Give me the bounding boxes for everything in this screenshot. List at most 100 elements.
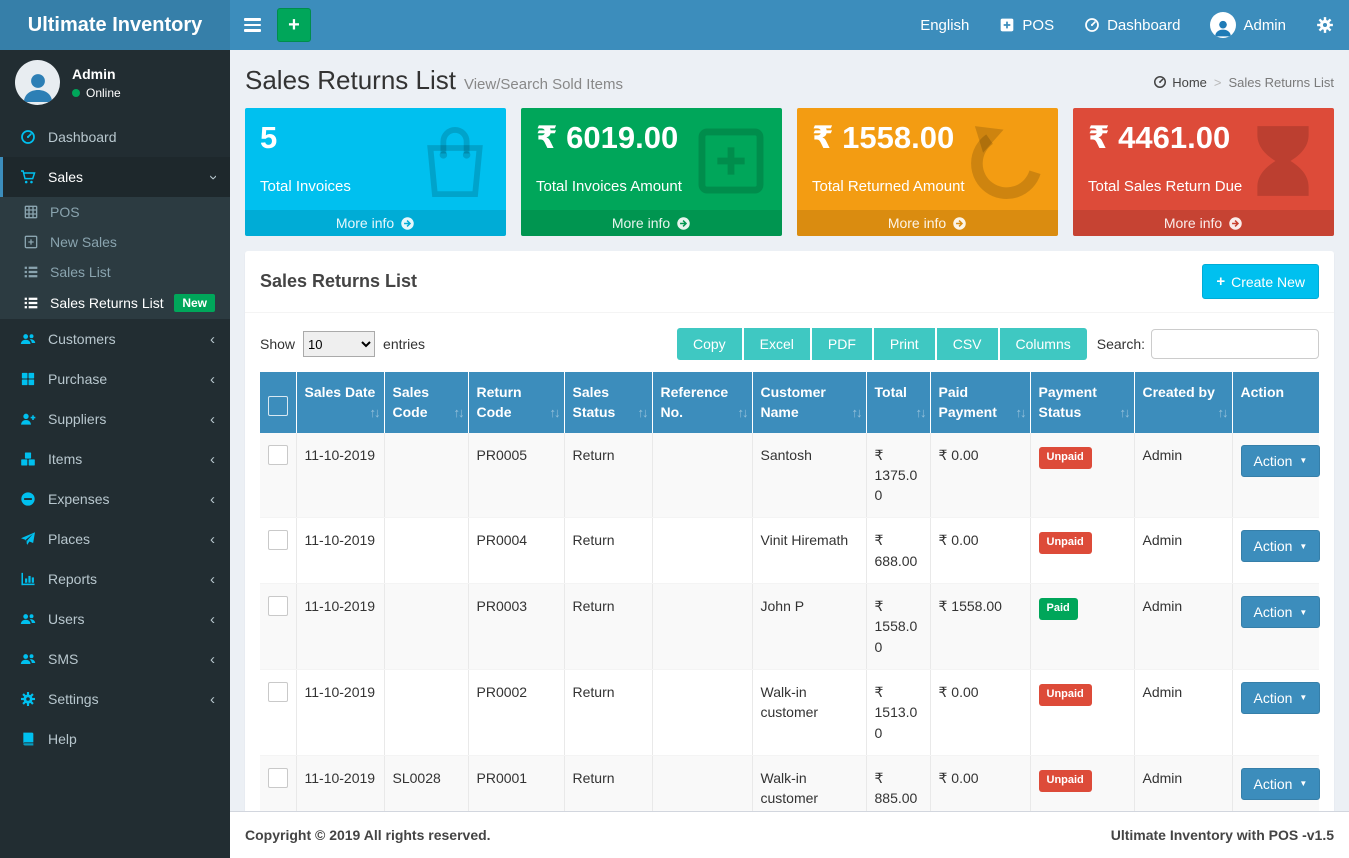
sidebar-item-users[interactable]: Users‹ [0, 599, 230, 639]
action-dropdown-button[interactable]: Action▼ [1241, 596, 1321, 628]
cell-total: ₹ 1513.00 [866, 669, 930, 755]
cubes-icon [20, 451, 36, 467]
excel-button[interactable]: Excel [744, 328, 810, 360]
sidebar-item-settings[interactable]: Settings‹ [0, 679, 230, 719]
sidebar-item-pos[interactable]: POS [0, 197, 230, 227]
sidebar-item-sms[interactable]: SMS‹ [0, 639, 230, 679]
select-all-header[interactable] [260, 372, 296, 433]
payment-status-badge: Unpaid [1039, 447, 1092, 469]
content-area: Sales Returns List View/Search Sold Item… [230, 50, 1349, 858]
col-action: Action [1232, 372, 1319, 433]
select-all-checkbox[interactable] [268, 396, 288, 416]
sidebar-item-sales-returns-list[interactable]: Sales Returns List New [0, 287, 230, 319]
cell-reference-no [652, 518, 752, 584]
action-dropdown-button[interactable]: Action▼ [1241, 445, 1321, 477]
table-row: 11-10-2019 PR0005 Return Santosh ₹ 1375.… [260, 433, 1319, 518]
cell-sales-date: 11-10-2019 [296, 584, 384, 670]
print-button[interactable]: Print [874, 328, 935, 360]
chevron-left-icon: ‹ [210, 412, 215, 427]
pdf-button[interactable]: PDF [812, 328, 872, 360]
more-info-link[interactable]: More info [245, 210, 506, 236]
col-payment-status[interactable]: Payment Status↑↓ [1030, 372, 1134, 433]
col-sales-status[interactable]: Sales Status↑↓ [564, 372, 652, 433]
sidebar-item-places[interactable]: Places‹ [0, 519, 230, 559]
stat-value: 5 [260, 120, 491, 156]
breadcrumb: Home > Sales Returns List [1153, 75, 1334, 90]
breadcrumb-separator: > [1214, 75, 1222, 90]
more-info-link[interactable]: More info [521, 210, 782, 236]
action-dropdown-button[interactable]: Action▼ [1241, 530, 1321, 562]
payment-status-badge: Unpaid [1039, 684, 1092, 706]
cell-reference-no [652, 584, 752, 670]
cell-paid-payment: ₹ 0.00 [930, 518, 1030, 584]
payment-status-badge: Unpaid [1039, 770, 1092, 792]
copy-button[interactable]: Copy [677, 328, 742, 360]
sidebar-item-help[interactable]: Help [0, 719, 230, 759]
settings-menu[interactable] [1301, 0, 1349, 50]
row-checkbox[interactable] [268, 445, 288, 465]
sidebar-item-suppliers[interactable]: Suppliers‹ [0, 399, 230, 439]
col-reference-no[interactable]: Reference No.↑↓ [652, 372, 752, 433]
chevron-left-icon: ‹ [210, 332, 215, 347]
th-large-icon [20, 371, 36, 387]
page-length-select[interactable]: 10 [303, 331, 375, 357]
columns-button[interactable]: Columns [1000, 328, 1087, 360]
col-customer-name[interactable]: Customer Name↑↓ [752, 372, 866, 433]
sort-icon: ↑↓ [1016, 404, 1025, 423]
stat-value: ₹ 4461.00 [1088, 120, 1319, 156]
top-navbar: Ultimate Inventory + English POS Dashboa… [0, 0, 1349, 50]
col-total[interactable]: Total↑↓ [866, 372, 930, 433]
search-input[interactable] [1151, 329, 1319, 359]
sidebar-item-sales[interactable]: Sales ‹ [0, 157, 230, 197]
cell-return-code: PR0004 [468, 518, 564, 584]
stat-label: Total Sales Return Due [1088, 178, 1319, 195]
row-checkbox[interactable] [268, 768, 288, 788]
more-info-link[interactable]: More info [797, 210, 1058, 236]
sidebar-item-dashboard[interactable]: Dashboard [0, 117, 230, 157]
arrow-circle-right-icon [400, 216, 415, 231]
breadcrumb-home-link[interactable]: Home [1153, 75, 1207, 90]
csv-button[interactable]: CSV [937, 328, 998, 360]
person-icon [20, 69, 56, 105]
cell-return-code: PR0003 [468, 584, 564, 670]
sidebar-user-status: Online [72, 86, 121, 100]
stat-value: ₹ 6019.00 [536, 120, 767, 156]
col-sales-date[interactable]: Sales Date↑↓ [296, 372, 384, 433]
avatar [15, 60, 60, 105]
table-row: 11-10-2019 PR0002 Return Walk-in custome… [260, 669, 1319, 755]
sidebar-item-expenses[interactable]: Expenses‹ [0, 479, 230, 519]
row-checkbox[interactable] [268, 596, 288, 616]
user-menu[interactable]: Admin [1195, 0, 1301, 50]
sidebar-item-new-sales[interactable]: New Sales [0, 227, 230, 257]
nav-pos-link[interactable]: POS [984, 0, 1069, 50]
col-sales-code[interactable]: Sales Code↑↓ [384, 372, 468, 433]
sidebar-item-purchase[interactable]: Purchase‹ [0, 359, 230, 399]
create-new-button[interactable]: +Create New [1202, 264, 1319, 299]
col-created-by[interactable]: Created by↑↓ [1134, 372, 1232, 433]
cell-paid-payment: ₹ 0.00 [930, 433, 1030, 518]
sidebar-item-items[interactable]: Items‹ [0, 439, 230, 479]
action-dropdown-button[interactable]: Action▼ [1241, 682, 1321, 714]
sidebar-user-panel: Admin Online [0, 50, 230, 117]
cell-total: ₹ 688.00 [866, 518, 930, 584]
quick-add-button[interactable]: + [277, 8, 311, 42]
chevron-down-icon: ‹ [205, 175, 220, 180]
row-checkbox[interactable] [268, 682, 288, 702]
cell-paid-payment: ₹ 1558.00 [930, 584, 1030, 670]
cart-icon [20, 169, 36, 185]
table-row: 11-10-2019 PR0004 Return Vinit Hiremath … [260, 518, 1319, 584]
app-logo[interactable]: Ultimate Inventory [0, 0, 230, 50]
col-paid-payment[interactable]: Paid Payment↑↓ [930, 372, 1030, 433]
sidebar-item-sales-list[interactable]: Sales List [0, 257, 230, 287]
row-checkbox[interactable] [268, 530, 288, 550]
stat-total-sales-return-due: ₹ 4461.00 Total Sales Return Due More in… [1073, 108, 1334, 236]
sidebar-toggle-button[interactable] [230, 0, 275, 50]
sidebar-item-customers[interactable]: Customers‹ [0, 319, 230, 359]
language-menu[interactable]: English [905, 0, 984, 50]
more-info-link[interactable]: More info [1073, 210, 1334, 236]
nav-dashboard-link[interactable]: Dashboard [1069, 0, 1195, 50]
sidebar-item-reports[interactable]: Reports‹ [0, 559, 230, 599]
col-return-code[interactable]: Return Code↑↓ [468, 372, 564, 433]
action-dropdown-button[interactable]: Action▼ [1241, 768, 1321, 800]
cell-sales-code [384, 584, 468, 670]
